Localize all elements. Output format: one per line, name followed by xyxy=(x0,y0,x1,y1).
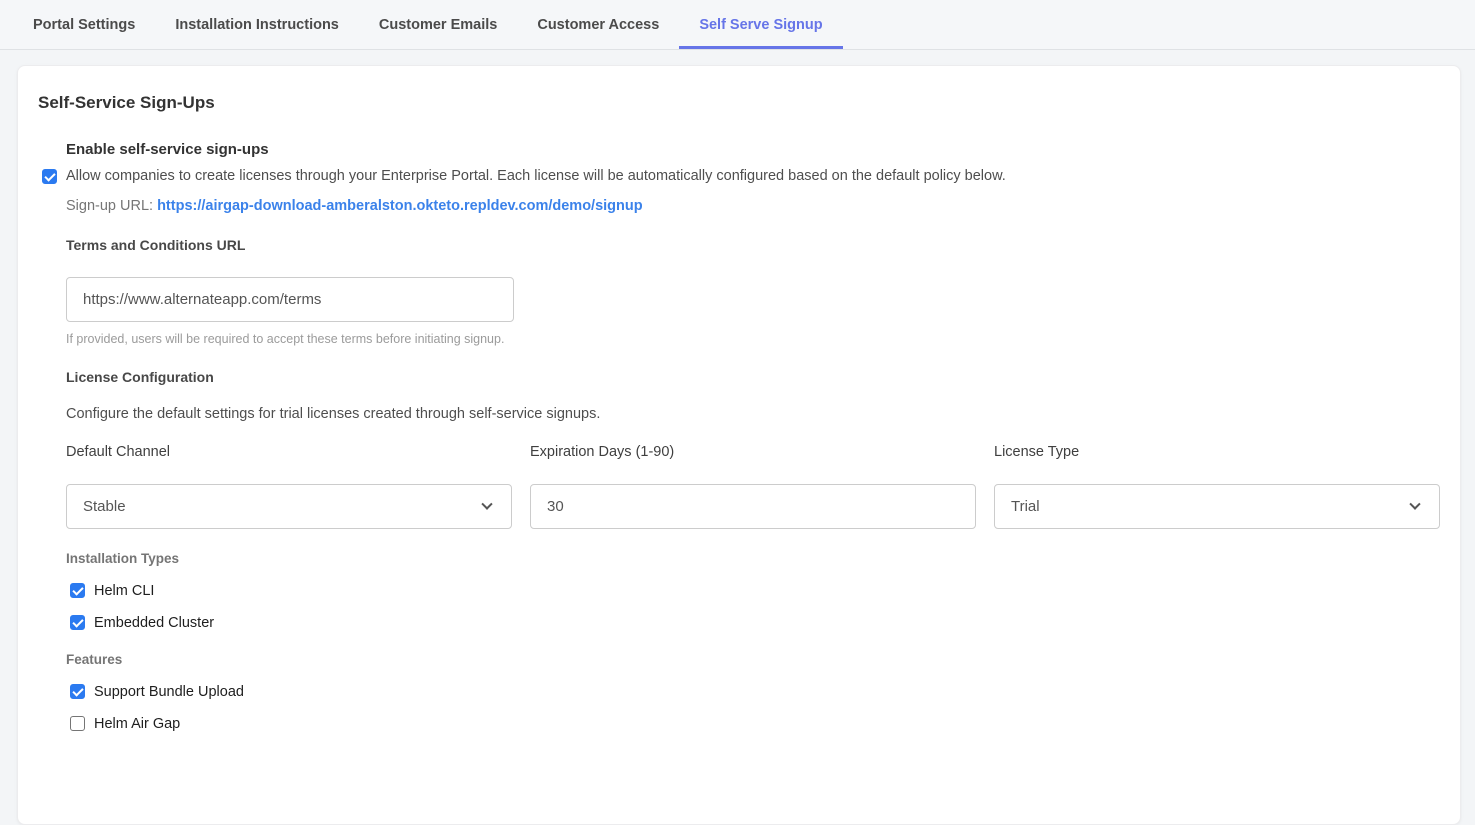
installation-types-options: Helm CLI Embedded Cluster xyxy=(66,583,1440,630)
helm-cli-checkbox[interactable] xyxy=(70,583,85,598)
helm-air-gap-option: Helm Air Gap xyxy=(70,716,1440,731)
terms-url-input[interactable] xyxy=(66,277,514,322)
expiration-days-input[interactable] xyxy=(530,484,976,529)
chevron-down-icon xyxy=(481,498,492,509)
chevron-down-icon xyxy=(1409,498,1420,509)
tab-portal-settings[interactable]: Portal Settings xyxy=(13,0,155,49)
license-configuration-heading: License Configuration xyxy=(66,369,1440,385)
page-title: Self-Service Sign-Ups xyxy=(38,93,1440,113)
enable-signups-description: Allow companies to create licenses throu… xyxy=(66,168,1006,184)
installation-types-heading: Installation Types xyxy=(66,551,1440,566)
helm-cli-label: Helm CLI xyxy=(94,583,154,599)
tab-customer-access[interactable]: Customer Access xyxy=(517,0,679,49)
license-config-grid: Default Channel Stable Expiration Days (… xyxy=(66,444,1440,529)
license-type-select[interactable]: Trial xyxy=(994,484,1440,529)
embedded-cluster-label: Embedded Cluster xyxy=(94,615,214,631)
tab-installation-instructions[interactable]: Installation Instructions xyxy=(155,0,359,49)
terms-url-helper: If provided, users will be required to a… xyxy=(66,332,1440,346)
embedded-cluster-option: Embedded Cluster xyxy=(70,615,1440,630)
default-channel-value: Stable xyxy=(83,498,126,515)
tab-self-serve-signup[interactable]: Self Serve Signup xyxy=(679,0,842,49)
enable-signups-checkbox[interactable] xyxy=(42,169,57,184)
self-serve-signup-panel: Self-Service Sign-Ups Enable self-servic… xyxy=(17,65,1461,825)
tab-customer-emails[interactable]: Customer Emails xyxy=(359,0,517,49)
license-type-field: License Type Trial xyxy=(994,444,1440,529)
expiration-days-label: Expiration Days (1-90) xyxy=(530,444,976,460)
signup-url-label: Sign-up URL: xyxy=(66,198,153,214)
support-bundle-upload-option: Support Bundle Upload xyxy=(70,684,1440,699)
signup-settings-section: Enable self-service sign-ups Allow compa… xyxy=(66,141,1440,731)
features-options: Support Bundle Upload Helm Air Gap xyxy=(66,684,1440,731)
enable-signups-heading: Enable self-service sign-ups xyxy=(66,141,1440,158)
default-channel-select[interactable]: Stable xyxy=(66,484,512,529)
license-type-label: License Type xyxy=(994,444,1440,460)
signup-url-row: Sign-up URL: https://airgap-download-amb… xyxy=(66,198,1440,214)
helm-cli-option: Helm CLI xyxy=(70,583,1440,598)
helm-air-gap-checkbox[interactable] xyxy=(70,716,85,731)
embedded-cluster-checkbox[interactable] xyxy=(70,615,85,630)
default-channel-field: Default Channel Stable xyxy=(66,444,512,529)
enable-signups-row: Allow companies to create licenses throu… xyxy=(66,168,1440,185)
support-bundle-upload-checkbox[interactable] xyxy=(70,684,85,699)
default-channel-label: Default Channel xyxy=(66,444,512,460)
features-heading: Features xyxy=(66,652,1440,667)
terms-url-label: Terms and Conditions URL xyxy=(66,237,1440,253)
expiration-days-field: Expiration Days (1-90) xyxy=(530,444,976,529)
license-configuration-description: Configure the default settings for trial… xyxy=(66,406,1440,422)
license-type-value: Trial xyxy=(1011,498,1040,515)
helm-air-gap-label: Helm Air Gap xyxy=(94,716,180,732)
signup-url-link[interactable]: https://airgap-download-amberalston.okte… xyxy=(157,198,643,214)
tab-bar: Portal Settings Installation Instruction… xyxy=(0,0,1475,50)
support-bundle-upload-label: Support Bundle Upload xyxy=(94,684,244,700)
